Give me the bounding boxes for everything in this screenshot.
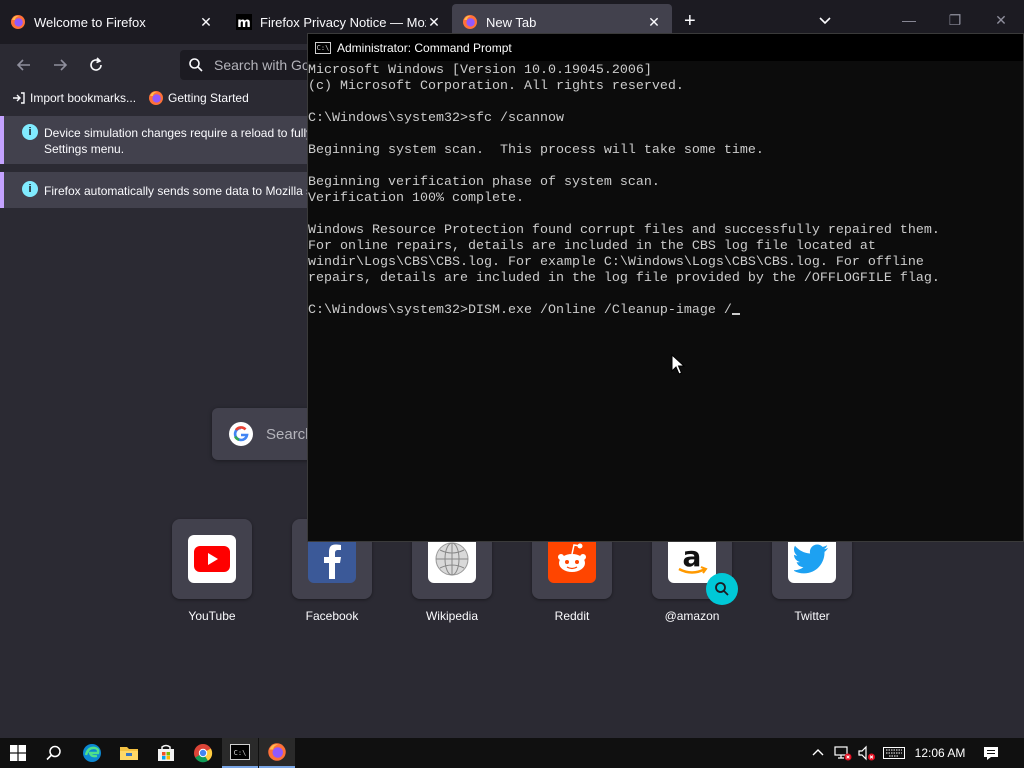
top-site-youtube[interactable]: YouTube (172, 519, 252, 623)
console-line: C:\Windows\system32>sfc /scannow (308, 111, 564, 126)
store-bag-icon (158, 744, 174, 761)
import-icon (13, 92, 25, 104)
top-site-name: @amazon (664, 609, 720, 623)
taskbar-chrome[interactable] (185, 738, 221, 768)
console-input-text: C:\Windows\system32>DISM.exe /Online /Cl… (308, 303, 732, 318)
show-hidden-icons[interactable] (808, 738, 828, 768)
bookmark-getting-started[interactable]: Getting Started (148, 90, 249, 106)
firefox-icon (268, 743, 286, 761)
clock[interactable]: 12:06 AM (910, 738, 970, 768)
svg-text:C:\: C:\ (234, 749, 247, 757)
top-site-name: Twitter (794, 609, 830, 623)
command-prompt-window[interactable]: C:\ Administrator: Command Prompt Micros… (307, 33, 1024, 542)
console-line: repairs, details are included in the log… (308, 271, 940, 286)
notification-icon (984, 746, 998, 760)
chevron-down-icon[interactable] (818, 14, 832, 28)
edge-icon (83, 744, 101, 762)
bookmark-label: Getting Started (168, 91, 249, 105)
back-arrow-icon[interactable] (15, 56, 33, 74)
search-icon (46, 745, 61, 761)
new-tab-plus-icon[interactable]: + (684, 11, 696, 31)
minimize-icon[interactable]: — (899, 12, 919, 32)
windows-taskbar: C:\ 12:06 AM (0, 738, 1024, 768)
taskbar-file-explorer[interactable] (111, 738, 147, 768)
cmd-title-bar[interactable]: C:\ Administrator: Command Prompt (308, 34, 1023, 61)
firefox-icon (11, 15, 25, 29)
console-line: Windows Resource Protection found corrup… (308, 223, 940, 238)
cmd-icon: C:\ (315, 41, 331, 54)
text-cursor (731, 313, 740, 315)
restore-icon[interactable]: ❐ (945, 12, 965, 32)
console-line: (c) Microsoft Corporation. All rights re… (308, 79, 684, 94)
console-line: Microsoft Windows [Version 10.0.19045.20… (308, 63, 652, 78)
action-center[interactable] (978, 738, 1004, 768)
firefox-icon (149, 91, 164, 105)
chevron-up-icon (812, 749, 824, 756)
search-shortcut-badge (706, 573, 738, 605)
forward-arrow-icon[interactable] (51, 56, 69, 74)
mozilla-icon: m (236, 14, 252, 30)
taskbar-search-button[interactable] (36, 738, 72, 768)
top-site-name: Reddit (554, 609, 590, 623)
top-site-tile (172, 519, 252, 599)
console-line: windir\Logs\CBS\CBS.log. For example C:\… (308, 255, 924, 270)
wikipedia-globe-icon (428, 535, 476, 583)
top-site-name: Facebook (305, 609, 359, 623)
search-icon (715, 582, 729, 596)
network-status[interactable] (832, 738, 854, 768)
taskbar-command-prompt[interactable]: C:\ (222, 738, 258, 768)
console-line: For online repairs, details are included… (308, 239, 876, 254)
tab-label: Welcome to Firefox (34, 14, 146, 30)
start-button[interactable] (0, 738, 36, 768)
top-site-name: Wikipedia (425, 609, 479, 623)
cmd-console-output[interactable]: Microsoft Windows [Version 10.0.19045.20… (308, 63, 1023, 319)
mouse-cursor-icon (671, 354, 685, 375)
taskbar-store[interactable] (148, 738, 184, 768)
cmd-icon: C:\ (230, 744, 250, 760)
amazon-icon: a (668, 535, 716, 583)
volume-muted-icon (858, 745, 875, 761)
keyboard-icon (883, 747, 905, 759)
svg-text:a: a (683, 540, 702, 573)
taskbar-edge[interactable] (74, 738, 110, 768)
console-line: Beginning system scan. This process will… (308, 143, 764, 158)
close-tab-icon[interactable]: ✕ (198, 14, 214, 31)
windows-logo-icon (10, 745, 26, 761)
google-icon (229, 422, 253, 446)
info-icon: i (22, 124, 38, 140)
folder-icon (120, 747, 138, 760)
top-site-name: YouTube (188, 609, 236, 623)
tab-label: Firefox Privacy Notice — Mozilla (260, 14, 426, 30)
close-tab-icon[interactable]: ✕ (426, 14, 442, 31)
network-disconnected-icon (834, 746, 852, 761)
console-line: Verification 100% complete. (308, 191, 524, 206)
tab-welcome[interactable]: Welcome to Firefox ✕ (0, 4, 224, 40)
taskbar-firefox[interactable] (259, 738, 295, 768)
facebook-icon (308, 535, 356, 583)
svg-text:m: m (237, 16, 251, 30)
bookmark-import[interactable]: Import bookmarks... (12, 91, 136, 105)
reddit-icon (548, 535, 596, 583)
input-method[interactable] (881, 738, 907, 768)
firefox-icon (463, 15, 477, 29)
close-window-icon[interactable]: ✕ (991, 12, 1011, 32)
search-icon (189, 58, 203, 72)
youtube-icon (188, 535, 236, 583)
close-tab-icon[interactable]: ✕ (646, 14, 662, 31)
twitter-bird-icon (788, 535, 836, 583)
bookmark-label: Import bookmarks... (30, 91, 137, 105)
volume-status[interactable] (856, 738, 878, 768)
reload-icon[interactable] (87, 56, 105, 74)
tab-label: New Tab (486, 14, 537, 30)
info-icon: i (22, 181, 38, 197)
console-input-line[interactable]: C:\Windows\system32>DISM.exe /Online /Cl… (308, 303, 1023, 319)
cmd-title: Administrator: Command Prompt (337, 40, 512, 55)
chrome-icon (194, 744, 213, 763)
console-line: Beginning verification phase of system s… (308, 175, 660, 190)
